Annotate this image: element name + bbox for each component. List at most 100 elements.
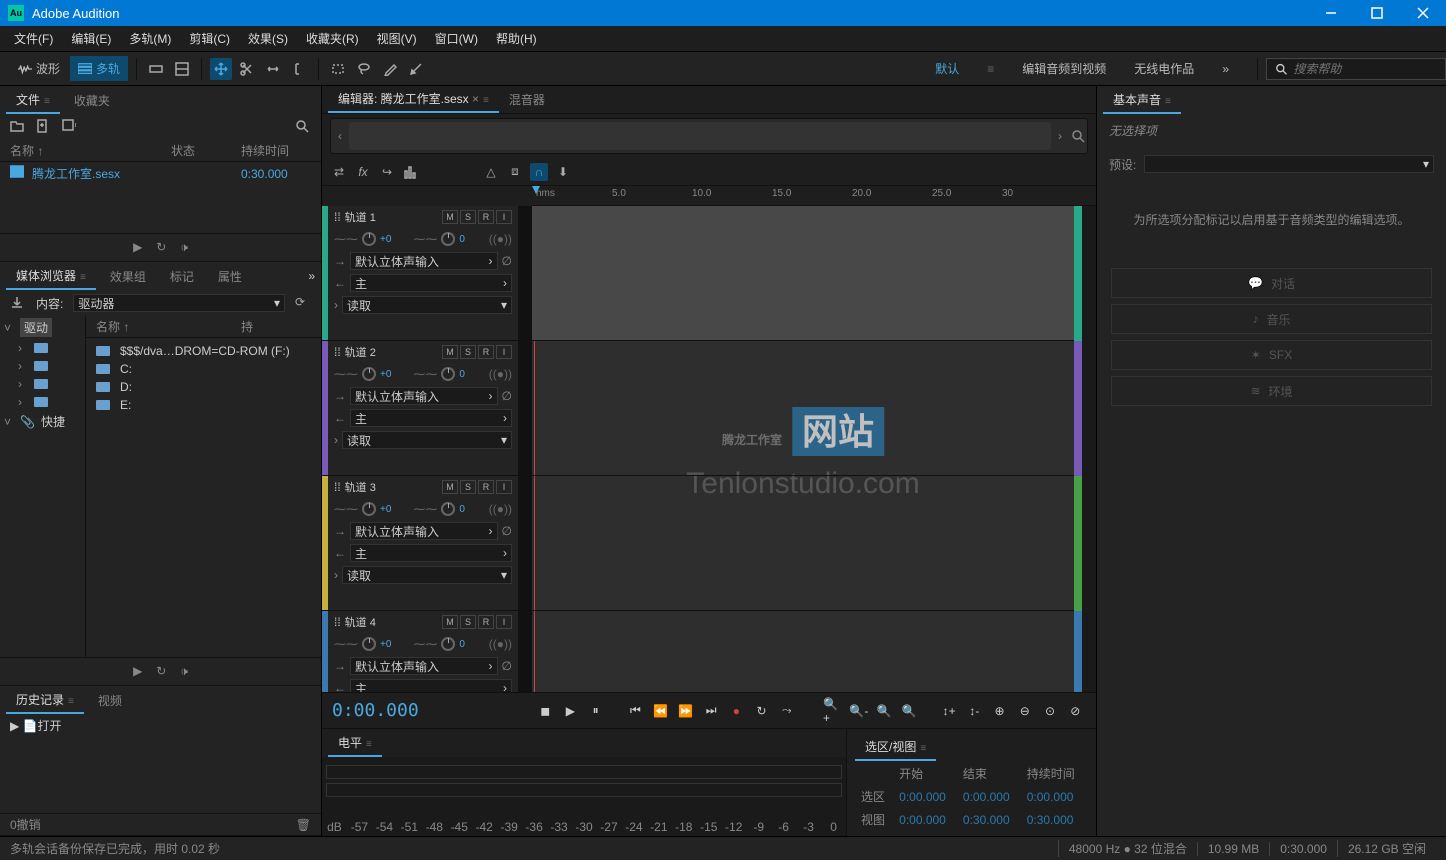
tree-drives-root[interactable]: ˅驱动	[0, 316, 85, 339]
input-phase-icon[interactable]: ∅	[502, 659, 512, 673]
tool-brush-icon[interactable]	[379, 58, 401, 80]
tab-history[interactable]: 历史记录≡	[6, 687, 84, 714]
tool-move-icon[interactable]	[210, 58, 232, 80]
output-select[interactable]: 主›	[350, 544, 512, 562]
zoom-in-icon[interactable]: 🔍+	[823, 699, 844, 723]
mute-button[interactable]: M	[442, 345, 458, 359]
track-name[interactable]: 轨道 4	[345, 614, 438, 630]
zoom-in-v-icon[interactable]: ↕+	[939, 699, 960, 723]
automation-mode-select[interactable]: 读取▾	[342, 431, 512, 449]
list-item[interactable]: D:	[92, 378, 315, 396]
tool-heal-icon[interactable]	[405, 58, 427, 80]
go-start-button[interactable]: ⏮	[625, 699, 646, 723]
automation-mode-select[interactable]: 读取▾	[342, 296, 512, 314]
output-select[interactable]: 主›	[350, 274, 512, 292]
tool-marquee-icon[interactable]	[327, 58, 349, 80]
input-select[interactable]: 默认立体声输入›	[350, 522, 498, 540]
mode-waveform[interactable]: 波形	[10, 56, 68, 81]
volume-value[interactable]: +0	[380, 504, 391, 515]
arm-record-button[interactable]: R	[478, 210, 494, 224]
preview-autoplay-icon[interactable]: 🕩	[180, 240, 188, 255]
tb-snapping-icon[interactable]: ∩	[530, 163, 548, 181]
input-phase-icon[interactable]: ∅	[502, 254, 512, 268]
lane-color-marker[interactable]	[1074, 341, 1082, 401]
new-file-icon[interactable]	[36, 119, 52, 135]
tb-send-icon[interactable]: ↪	[378, 163, 396, 181]
track-grip-icon[interactable]: ⁞⁞	[334, 345, 341, 359]
tree-drive[interactable]: ›	[0, 375, 85, 393]
tab-favorites[interactable]: 收藏夹	[64, 88, 120, 113]
menu-effects[interactable]: 效果(S)	[240, 27, 296, 50]
tb-eq-icon[interactable]	[402, 163, 420, 181]
preview-play-icon[interactable]: ▶	[133, 240, 142, 255]
menu-clip[interactable]: 剪辑(C)	[181, 27, 238, 50]
nav-prev-icon[interactable]: ‹	[331, 121, 349, 151]
arm-record-button[interactable]: R	[478, 345, 494, 359]
mb-col-name[interactable]: 名称 ↑	[96, 318, 241, 335]
track-header[interactable]: ⁞⁞轨道 1 MSRI ⁓⁓+0 ⁓⁓0 ((●)) →默认立体声输入›∅ ←主…	[322, 206, 532, 341]
lane-color-marker[interactable]	[1074, 401, 1082, 476]
input-monitor-button[interactable]: I	[496, 615, 512, 629]
forward-button[interactable]: ⏩	[675, 699, 696, 723]
panel-more-icon[interactable]: »	[302, 269, 321, 283]
close-tab-icon[interactable]: ×	[472, 92, 479, 106]
list-item[interactable]: $$$/dva…DROM=CD-ROM (F:)	[92, 342, 315, 360]
lane-color-marker[interactable]	[1074, 476, 1082, 611]
preview-loop-icon[interactable]: ↻	[156, 240, 166, 255]
assign-dialog-button[interactable]: 💬对话	[1111, 268, 1432, 298]
vscrollbar[interactable]	[1082, 206, 1096, 692]
track-grip-icon[interactable]: ⁞⁞	[334, 480, 341, 494]
skip-sel-button[interactable]: ⤳	[776, 699, 797, 723]
tb-snap-icon[interactable]: ⧈	[506, 163, 524, 181]
input-phase-icon[interactable]: ∅	[502, 389, 512, 403]
overview-scrubber[interactable]	[349, 122, 1051, 150]
content-select[interactable]: 驱动器▾	[73, 294, 285, 312]
tab-markers[interactable]: 标记	[160, 264, 204, 289]
assign-ambience-button[interactable]: ≋环境	[1111, 376, 1432, 406]
rewind-button[interactable]: ⏪	[650, 699, 671, 723]
search-help[interactable]	[1266, 58, 1446, 80]
list-item[interactable]: C:	[92, 360, 315, 378]
solo-button[interactable]: S	[460, 615, 476, 629]
volume-knob[interactable]	[362, 502, 376, 516]
arm-record-button[interactable]: R	[478, 480, 494, 494]
menu-multitrack[interactable]: 多轨(M)	[121, 27, 179, 50]
tool-time-select-icon[interactable]	[288, 58, 310, 80]
menu-window[interactable]: 窗口(W)	[427, 27, 486, 50]
play-button[interactable]: ▶	[560, 699, 581, 723]
track-name[interactable]: 轨道 3	[345, 479, 438, 495]
mode-multitrack[interactable]: 多轨	[70, 56, 128, 81]
track-lane[interactable]	[532, 341, 1074, 476]
menu-file[interactable]: 文件(F)	[6, 27, 61, 50]
tb-metronome-icon[interactable]: △	[482, 163, 500, 181]
go-end-button[interactable]: ⏭	[700, 699, 721, 723]
zoom-sel-icon[interactable]: 🔍	[899, 699, 920, 723]
close-button[interactable]	[1400, 0, 1446, 26]
solo-button[interactable]: S	[460, 345, 476, 359]
pause-button[interactable]: ⏸	[585, 699, 606, 723]
zoom-sel-out-icon[interactable]: ⊘	[1065, 699, 1086, 723]
mute-button[interactable]: M	[442, 210, 458, 224]
tab-video[interactable]: 视频	[88, 688, 132, 713]
track-lane[interactable]	[532, 611, 1074, 692]
loop-button[interactable]: ↻	[751, 699, 772, 723]
tab-sel-view[interactable]: 选区/视图≡	[855, 734, 936, 761]
track-header[interactable]: ⁞⁞轨道 2 MSRI ⁓⁓+0 ⁓⁓0 ((●)) →默认立体声输入›∅ ←主…	[322, 341, 532, 476]
menu-view[interactable]: 视图(V)	[369, 27, 425, 50]
track-lane[interactable]	[532, 206, 1074, 341]
tb-fx-icon[interactable]: fx	[354, 163, 372, 181]
tree-drive[interactable]: ›	[0, 357, 85, 375]
mute-button[interactable]: M	[442, 615, 458, 629]
tab-essential-sound[interactable]: 基本声音≡	[1103, 87, 1181, 114]
track-name[interactable]: 轨道 1	[345, 209, 438, 225]
output-select[interactable]: 主›	[350, 409, 512, 427]
tool-spectral-icon[interactable]	[145, 58, 167, 80]
file-row[interactable]: 腾龙工作室.sesx 0:30.000	[0, 162, 321, 185]
zoom-in-point-icon[interactable]: ⊕	[989, 699, 1010, 723]
mb-loop-icon[interactable]: ↻	[156, 664, 166, 679]
nav-next-icon[interactable]: ›	[1051, 121, 1069, 151]
tb-playhead-icon[interactable]: ⬇	[554, 163, 572, 181]
track-name[interactable]: 轨道 2	[345, 344, 438, 360]
tb-shuffle-icon[interactable]: ⇄	[330, 163, 348, 181]
track-lane[interactable]	[532, 476, 1074, 611]
